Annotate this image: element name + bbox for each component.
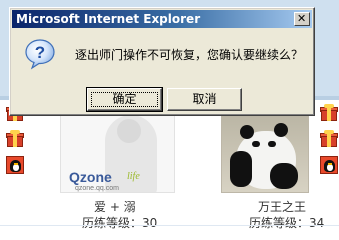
qq-penguin-icon[interactable] [320, 156, 338, 174]
member-name[interactable]: 爱 + 溺 [94, 198, 136, 215]
close-button[interactable]: ✕ [294, 12, 310, 26]
divider [0, 225, 339, 226]
avatar-silhouette-head [117, 119, 141, 143]
cancel-button-label: 取消 [192, 92, 217, 106]
dialog-message: 逐出师门操作不可恢复，您确认要继续么？ [75, 48, 304, 62]
member-level: 历练等级：34 [249, 216, 325, 230]
gift-icon[interactable] [320, 104, 338, 121]
dialog-titlebar[interactable]: Microsoft Internet Explorer ✕ [12, 10, 312, 28]
ok-button-label: 确定 [112, 92, 137, 106]
question-icon: ? [25, 39, 55, 70]
qzone-logo: Qzone [69, 169, 112, 185]
gift-icon[interactable] [6, 130, 24, 147]
svg-text:?: ? [35, 43, 45, 62]
ok-button[interactable]: 确定 [86, 87, 163, 112]
gift-icon[interactable] [320, 130, 338, 147]
cancel-button[interactable]: 取消 [167, 88, 242, 111]
close-icon: ✕ [297, 12, 307, 25]
qzone-life-text: life [127, 171, 140, 182]
dialog-title: Microsoft Internet Explorer [16, 12, 201, 26]
member-avatar[interactable] [221, 110, 309, 193]
qzone-url: qzone.qq.com [75, 185, 119, 192]
member-avatar[interactable]: Qzone life qzone.qq.com [60, 110, 175, 193]
confirm-dialog: Microsoft Internet Explorer ✕ ? 逐出师门操作不可… [9, 7, 315, 116]
member-name[interactable]: 万王之王 [258, 198, 306, 215]
qq-penguin-icon[interactable] [6, 156, 24, 174]
member-level: 历练等级：30 [82, 216, 158, 230]
